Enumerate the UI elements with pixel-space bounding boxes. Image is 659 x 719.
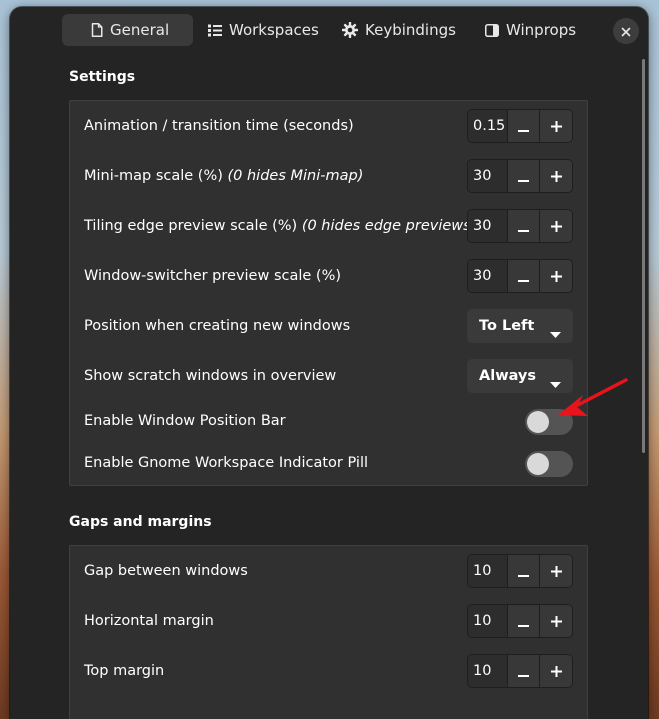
animation-time-spinner[interactable]: 0.15	[467, 109, 573, 143]
plus-icon	[550, 662, 562, 681]
tab-general[interactable]: General	[62, 14, 193, 46]
chevron-down-icon	[550, 373, 561, 392]
workspace-indicator-pill-switch[interactable]	[525, 451, 573, 477]
close-icon	[621, 22, 631, 41]
spinner-value[interactable]: 10	[468, 605, 508, 637]
tab-winprops[interactable]: Winprops	[485, 14, 576, 46]
row-edge-preview-scale: Tiling edge preview scale (%) (0 hides e…	[70, 201, 587, 251]
increment-button[interactable]	[539, 655, 572, 687]
row-animation-time: Animation / transition time (seconds) 0.…	[70, 101, 587, 151]
spinner-value[interactable]: 0.15	[468, 110, 508, 142]
header-bar: General Workspaces Keybindings Winprops	[10, 7, 648, 53]
switcher-preview-scale-spinner[interactable]: 30	[467, 259, 573, 293]
minus-icon	[517, 217, 529, 236]
chevron-down-icon	[550, 323, 561, 342]
row-label-text: Tiling edge preview scale (%)	[84, 218, 298, 234]
increment-button[interactable]	[539, 110, 572, 142]
spinner-value[interactable]: 10	[468, 555, 508, 587]
spinner-value[interactable]: 30	[468, 260, 508, 292]
row-label: Window-switcher preview scale (%)	[84, 268, 342, 284]
row-window-position-bar: Enable Window Position Bar	[70, 401, 587, 443]
plus-icon	[550, 117, 562, 136]
scratch-windows-dropdown[interactable]: Always	[467, 359, 573, 393]
minus-icon	[517, 612, 529, 631]
decrement-button[interactable]	[507, 605, 540, 637]
edge-preview-scale-spinner[interactable]: 30	[467, 209, 573, 243]
decrement-button[interactable]	[507, 555, 540, 587]
plus-icon	[550, 217, 562, 236]
top-margin-spinner[interactable]: 10	[467, 654, 573, 688]
gear-icon	[342, 22, 358, 38]
row-label: Tiling edge preview scale (%) (0 hides e…	[84, 218, 476, 234]
row-label: Gap between windows	[84, 563, 248, 579]
dropdown-selected: Always	[479, 368, 537, 384]
row-workspace-indicator-pill: Enable Gnome Workspace Indicator Pill	[70, 443, 587, 485]
minus-icon	[517, 662, 529, 681]
minimap-scale-spinner[interactable]: 30	[467, 159, 573, 193]
row-label: Mini-map scale (%) (0 hides Mini-map)	[84, 168, 363, 184]
new-window-position-dropdown[interactable]: To Left	[467, 309, 573, 343]
row-label: Enable Window Position Bar	[84, 413, 286, 429]
increment-button[interactable]	[539, 260, 572, 292]
tab-keybindings[interactable]: Keybindings	[342, 14, 456, 46]
row-minimap-scale: Mini-map scale (%) (0 hides Mini-map) 30	[70, 151, 587, 201]
row-label: Show scratch windows in overview	[84, 368, 337, 384]
row-label: Horizontal margin	[84, 613, 214, 629]
spinner-value[interactable]: 30	[468, 210, 508, 242]
section-title-gaps: Gaps and margins	[69, 514, 212, 530]
list-icon	[208, 24, 222, 37]
increment-button[interactable]	[539, 210, 572, 242]
window-position-bar-switch[interactable]	[525, 409, 573, 435]
row-label-text: Mini-map scale (%)	[84, 168, 223, 184]
row-label: Top margin	[84, 663, 165, 679]
close-button[interactable]	[613, 18, 639, 44]
gaps-group: Gap between windows 10 Horizontal margin…	[69, 545, 588, 719]
minus-icon	[517, 562, 529, 581]
row-switcher-preview-scale: Window-switcher preview scale (%) 30	[70, 251, 587, 301]
switch-knob	[527, 411, 549, 433]
tab-label: Workspaces	[229, 21, 319, 39]
plus-icon	[550, 612, 562, 631]
minus-icon	[517, 167, 529, 186]
scrollbar[interactable]	[642, 59, 645, 453]
row-scratch-windows: Show scratch windows in overview Always	[70, 351, 587, 401]
decrement-button[interactable]	[507, 655, 540, 687]
row-label: Enable Gnome Workspace Indicator Pill	[84, 455, 369, 471]
increment-button[interactable]	[539, 555, 572, 587]
document-icon	[91, 23, 103, 37]
minus-icon	[517, 117, 529, 136]
decrement-button[interactable]	[507, 210, 540, 242]
tab-label: Winprops	[506, 21, 577, 39]
window-icon	[485, 23, 499, 37]
tab-label: General	[110, 21, 170, 39]
decrement-button[interactable]	[507, 260, 540, 292]
increment-button[interactable]	[539, 605, 572, 637]
plus-icon	[550, 562, 562, 581]
increment-button[interactable]	[539, 160, 572, 192]
decrement-button[interactable]	[507, 110, 540, 142]
tab-label: Keybindings	[365, 21, 456, 39]
spinner-value[interactable]: 10	[468, 655, 508, 687]
row-hint: (0 hides edge previews)	[301, 218, 477, 234]
plus-icon	[550, 167, 562, 186]
row-label: Position when creating new windows	[84, 318, 351, 334]
section-title-settings: Settings	[69, 69, 136, 85]
row-hint: (0 hides Mini-map)	[227, 168, 364, 184]
row-label: Animation / transition time (seconds)	[84, 118, 354, 134]
minus-icon	[517, 267, 529, 286]
row-horizontal-margin: Horizontal margin 10	[70, 596, 587, 646]
switch-knob	[527, 453, 549, 475]
spinner-value[interactable]: 30	[468, 160, 508, 192]
preferences-window: General Workspaces Keybindings Winprops	[10, 7, 648, 719]
decrement-button[interactable]	[507, 160, 540, 192]
horizontal-margin-spinner[interactable]: 10	[467, 604, 573, 638]
row-new-window-position: Position when creating new windows To Le…	[70, 301, 587, 351]
dropdown-selected: To Left	[479, 318, 535, 334]
row-top-margin: Top margin 10	[70, 646, 587, 696]
tab-workspaces[interactable]: Workspaces	[208, 14, 319, 46]
settings-group: Animation / transition time (seconds) 0.…	[69, 100, 588, 486]
row-gap-between-windows: Gap between windows 10	[70, 546, 587, 596]
plus-icon	[550, 267, 562, 286]
gap-between-windows-spinner[interactable]: 10	[467, 554, 573, 588]
